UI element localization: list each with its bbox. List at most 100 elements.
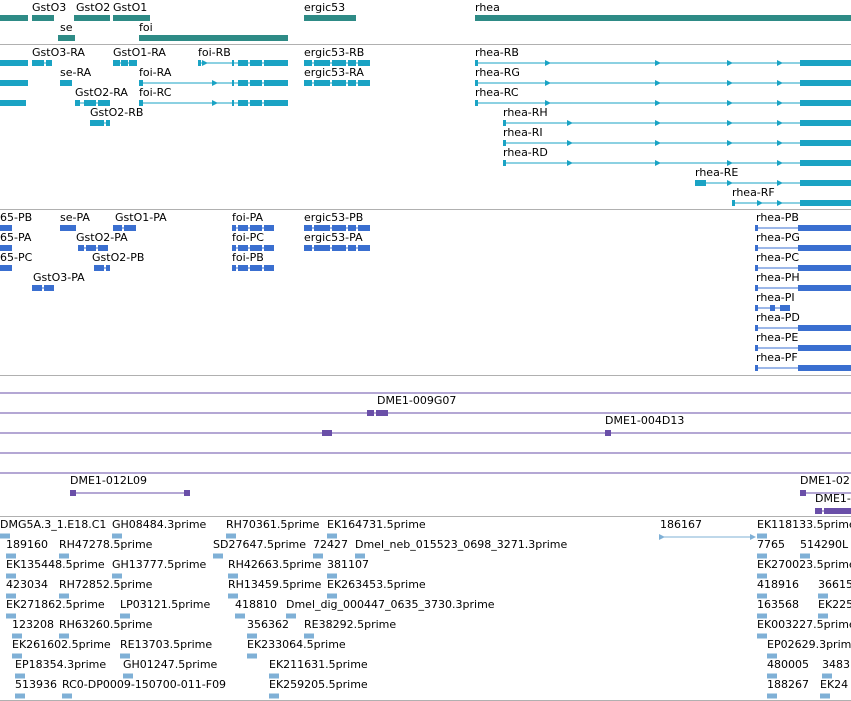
transcript-ergic53-ra-exon-2[interactable] [314, 80, 330, 86]
gene-label-foi[interactable]: foi [139, 22, 153, 34]
transcript-rhea-ri-strand-arrow-2[interactable] [655, 140, 661, 146]
transcript-foi-ra-strand-arrow-1[interactable] [212, 80, 218, 86]
est-lp03121-5prime-label[interactable]: LP03121.5prime [120, 599, 210, 611]
transcript-label-rhea-rd[interactable]: rhea-RD [503, 147, 548, 159]
transcript-rhea-ri-exon-2[interactable] [800, 140, 851, 146]
clone-dme1-012l09-exon-2[interactable] [184, 490, 190, 496]
cds-label-rhea-pi[interactable]: rhea-PI [756, 292, 795, 304]
transcript-foi-rc-exon-4[interactable] [250, 100, 262, 106]
transcript-rhea-ri-strand-arrow-4[interactable] [777, 140, 783, 146]
transcript-label-ergic53-rb[interactable]: ergic53-RB [304, 47, 364, 59]
transcript-foi-ra-exon-4[interactable] [250, 80, 262, 86]
cds-label-foi-pc[interactable]: foi-PC [232, 232, 264, 244]
transcript-rhea-rg-strand-arrow-1[interactable] [545, 80, 551, 86]
transcript-foi-rb-exon-5[interactable] [264, 60, 288, 66]
est-sd27647-5prime-label[interactable]: SD27647.5prime [213, 539, 306, 551]
clone-end-marker[interactable] [322, 430, 332, 436]
cds-rhea-pf-exon-1[interactable] [755, 365, 758, 371]
transcript-ergic53-ra-exon-5[interactable] [358, 80, 370, 86]
est-ek261602-5prime-label[interactable]: EK261602.5prime [12, 639, 111, 651]
est-ek271862-5prime-label[interactable]: EK271862.5prime [6, 599, 105, 611]
transcript-t-left1-exon-1[interactable] [0, 60, 28, 66]
transcript-label-gsto3-ra[interactable]: GstO3-RA [32, 47, 85, 59]
transcript-rhea-rf-exon-1[interactable] [732, 200, 735, 206]
cds-label-gsto2-pa[interactable]: GstO2-PA [76, 232, 128, 244]
transcript-label-se-ra[interactable]: se-RA [60, 67, 91, 79]
transcript-rhea-rc-strand-arrow-3[interactable] [727, 100, 733, 106]
cds-ergic53-pa-exon-4[interactable] [348, 245, 356, 251]
est-7765-label[interactable]: 7765 [757, 539, 785, 551]
est-186167-label[interactable]: 186167 [660, 519, 702, 531]
clone-dme1-012l09-exon-1[interactable] [70, 490, 76, 496]
cds-foi-pb-exon-4[interactable] [264, 265, 274, 271]
transcript-foi-rb-strand-arrow-1[interactable] [202, 60, 208, 66]
gene-label-se[interactable]: se [60, 22, 73, 34]
transcript-foi-ra-exon-2[interactable] [232, 80, 234, 86]
transcript-rhea-rd-strand-arrow-2[interactable] [655, 160, 661, 166]
clone-dme1-004d13-exon-1[interactable] [605, 430, 611, 436]
cds-rhea-pf-exon-2[interactable] [798, 365, 851, 371]
transcript-rhea-rc-exon-1[interactable] [475, 100, 478, 106]
transcript-rhea-rf-strand-arrow-1[interactable] [757, 200, 763, 206]
transcript-foi-rc-exon-2[interactable] [232, 100, 234, 106]
est-ek263453-5prime-label[interactable]: EK263453.5prime [327, 579, 426, 591]
transcript-rhea-re-exon-1[interactable] [695, 180, 706, 186]
transcript-rhea-rf-strand-arrow-2[interactable] [777, 200, 783, 206]
est-sd27647-5prime-mark[interactable] [213, 553, 223, 559]
cds-65-pc-exon-1[interactable] [0, 265, 12, 271]
cds-rhea-ph-exon-2[interactable] [798, 285, 851, 291]
cds-label-rhea-pb[interactable]: rhea-PB [756, 212, 799, 224]
transcript-rhea-rb-exon-2[interactable] [800, 60, 851, 66]
est-514290l-label[interactable]: 514290L [800, 539, 848, 551]
cds-foi-pa-exon-4[interactable] [264, 225, 274, 231]
cds-gsto2-pa-exon-1[interactable] [78, 245, 84, 251]
est-ep02629-3prime-label[interactable]: EP02629.3prime [767, 639, 851, 651]
cds-foi-pb-exon-3[interactable] [250, 265, 262, 271]
gene-label-gsto2[interactable]: GstO2 [76, 2, 110, 14]
cds-foi-pb-exon-1[interactable] [232, 265, 236, 271]
transcript-label-gsto1-ra[interactable]: GstO1-RA [113, 47, 166, 59]
est-ek211631-5prime-label[interactable]: EK211631.5prime [269, 659, 368, 671]
est-188267-mark[interactable] [767, 693, 777, 699]
est-rc0-dp0009-150700-011-f09-mark[interactable] [62, 693, 72, 699]
est-ek24-mark[interactable] [820, 693, 830, 699]
gene-gsto3-bar[interactable] [32, 15, 54, 21]
gene-se-bar[interactable] [58, 35, 75, 41]
cds-rhea-pg-exon-2[interactable] [798, 245, 851, 251]
transcript-rhea-rb-strand-arrow-3[interactable] [727, 60, 733, 66]
cds-gsto3-pa-exon-1[interactable] [32, 285, 42, 291]
clone-label-dme1-x[interactable]: DME1- [815, 493, 851, 505]
est-ep18354-3prime-label[interactable]: EP18354.3prime [15, 659, 106, 671]
transcript-label-rhea-rh[interactable]: rhea-RH [503, 107, 548, 119]
cds-label-foi-pa[interactable]: foi-PA [232, 212, 263, 224]
est-480005-label[interactable]: 480005 [767, 659, 809, 671]
transcript-rhea-ri-strand-arrow-3[interactable] [727, 140, 733, 146]
transcript-gsto2-rb-exon-1[interactable] [90, 120, 104, 126]
cds-label-rhea-pe[interactable]: rhea-PE [756, 332, 798, 344]
gene-foi-bar[interactable] [139, 35, 288, 41]
est-gh08484-3prime-label[interactable]: GH08484.3prime [112, 519, 206, 531]
transcript-gsto1-ra-exon-2[interactable] [121, 60, 128, 66]
gene-label-gsto1[interactable]: GstO1 [113, 2, 147, 14]
est-ek003227-5prime-mark[interactable] [757, 633, 767, 639]
est-rh70361-5prime-label[interactable]: RH70361.5prime [226, 519, 319, 531]
est-ek135448-5prime-label[interactable]: EK135448.5prime [6, 559, 105, 571]
transcript-label-rhea-rb[interactable]: rhea-RB [475, 47, 519, 59]
transcript-rhea-rg-strand-arrow-2[interactable] [655, 80, 661, 86]
transcript-label-foi-rc[interactable]: foi-RC [139, 87, 171, 99]
transcript-ergic53-ra-exon-4[interactable] [348, 80, 356, 86]
transcript-ergic53-ra-exon-1[interactable] [304, 80, 312, 86]
est-356362-label[interactable]: 356362 [247, 619, 289, 631]
transcript-gsto2-ra-exon-1[interactable] [75, 100, 80, 106]
est-dmg5a-3-1-e18-c1-label[interactable]: DMG5A.3_1.E18.C1 [0, 519, 106, 531]
gene-label-rhea[interactable]: rhea [475, 2, 500, 14]
cds-label-ergic53-pa[interactable]: ergic53-PA [304, 232, 363, 244]
cds-label-rhea-pd[interactable]: rhea-PD [756, 312, 800, 324]
est-123208-label[interactable]: 123208 [12, 619, 54, 631]
transcript-rhea-rb-strand-arrow-2[interactable] [655, 60, 661, 66]
cds-ergic53-pa-exon-3[interactable] [332, 245, 346, 251]
transcript-foi-rc-exon-3[interactable] [238, 100, 248, 106]
cds-label-se-pa[interactable]: se-PA [60, 212, 90, 224]
transcript-rhea-rd-strand-arrow-1[interactable] [567, 160, 573, 166]
est-72427-label[interactable]: 72427 [313, 539, 348, 551]
